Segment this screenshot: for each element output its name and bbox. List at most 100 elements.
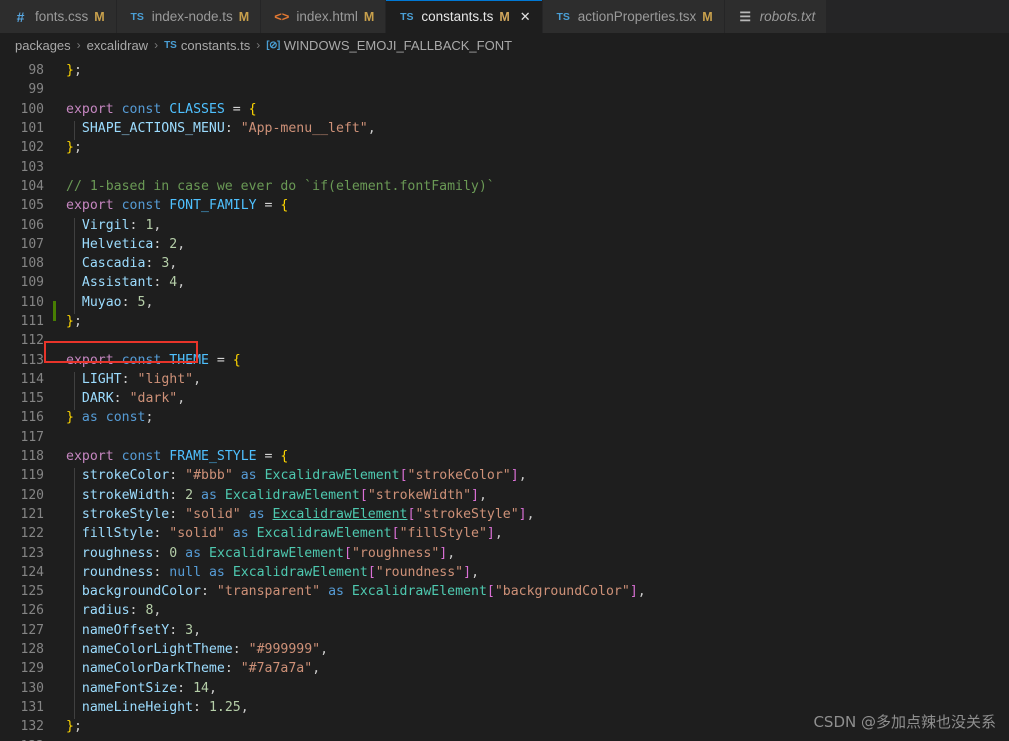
code-token: Cascadia (81, 256, 146, 272)
editor-tab-robots-txt[interactable]: ☰ robots.txt (724, 0, 828, 33)
code-token: SHAPE_ACTIONS_MENU (81, 121, 225, 137)
code-token: } (66, 410, 74, 426)
code-line-99[interactable]: 99 (0, 80, 1009, 99)
code-editor[interactable]: 98}; 99 100 export const CLASSES = {101 SHA… (0, 57, 1009, 741)
code-line-105[interactable]: 105 export const FONT_FAMILY = { (0, 196, 1009, 215)
line-number: 115 (20, 391, 44, 407)
editor-tab-index-node-ts[interactable]: TS index-node.ts M (116, 0, 262, 33)
code-line-content: SHAPE_ACTIONS_MENU: "App-menu__left", (66, 121, 1009, 141)
line-number: 120 (20, 487, 44, 503)
code-line-129[interactable]: 129 nameColorDarkTheme: "#7a7a7a", (0, 659, 1009, 681)
tab-modified-indicator: M (94, 9, 105, 24)
code-line-content: nameColorDarkTheme: "#7a7a7a", (66, 661, 1009, 681)
code-token: , (177, 391, 186, 407)
line-number: 109 (20, 275, 44, 291)
tab-modified-indicator: M (702, 9, 713, 24)
code-token: , (637, 584, 646, 600)
code-line-106[interactable]: 106 Virgil: 1, (0, 215, 1009, 237)
line-number: 127 (20, 622, 44, 638)
code-line-108[interactable]: 108 Cascadia: 3, (0, 254, 1009, 276)
code-token: : (200, 584, 209, 600)
code-token: as (201, 487, 217, 503)
code-line-133[interactable]: 133 (0, 736, 1009, 741)
code-line-118[interactable]: 118 export const FRAME_STYLE = { (0, 447, 1009, 466)
code-line-100[interactable]: 100 export const CLASSES = { (0, 100, 1009, 119)
code-line-119[interactable]: 119 strokeColor: "#bbb" as ExcalidrawEle… (0, 466, 1009, 488)
code-line-content: }; (66, 63, 1009, 78)
code-line-111[interactable]: 111}; (0, 312, 1009, 331)
code-line-125[interactable]: 125 backgroundColor: "transparent" as Ex… (0, 582, 1009, 604)
code-token[interactable]: ExcalidrawElement (273, 507, 408, 522)
line-number: 131 (20, 699, 44, 715)
code-line-content: export const CLASSES = { (66, 102, 1009, 117)
code-token: as (328, 584, 344, 600)
code-line-107[interactable]: 107 Helvetica: 2, (0, 235, 1009, 257)
code-line-content: Muyao: 5, (66, 294, 1009, 314)
code-token: [ (391, 526, 400, 542)
code-token: radius (81, 603, 130, 619)
code-line-120[interactable]: 120 strokeWidth: 2 as ExcalidrawElement[… (0, 486, 1009, 507)
code-token: ] (518, 506, 527, 522)
code-line-122[interactable]: 122 fillStyle: "solid" as ExcalidrawElem… (0, 524, 1009, 546)
code-line-content: strokeStyle: "solid" as ExcalidrawElemen… (66, 506, 1009, 527)
code-token: as (185, 545, 202, 561)
code-line-101[interactable]: 101 SHAPE_ACTIONS_MENU: "App-menu__left"… (0, 119, 1009, 141)
code-line-109[interactable]: 109 Assistant: 4, (0, 273, 1009, 295)
code-token: as (248, 506, 265, 522)
code-token: } (66, 314, 74, 329)
code-token: : (169, 487, 178, 503)
breadcrumb-label: packages (15, 37, 71, 53)
code-line-110[interactable]: 110 Muyao: 5, (0, 293, 1009, 322)
code-line-102[interactable]: 102}; (0, 138, 1009, 157)
code-line-124[interactable]: 124 roundness: null as ExcalidrawElement… (0, 563, 1009, 585)
code-line-103[interactable]: 103 (0, 157, 1009, 176)
code-line-121[interactable]: 121 strokeStyle: "solid" as ExcalidrawEl… (0, 505, 1009, 527)
code-token: "#bbb" (185, 468, 233, 484)
line-number: 106 (20, 217, 44, 233)
breadcrumb-item-packages[interactable]: packages (15, 38, 71, 53)
editor-tab-index-html[interactable]: <> index.html M (261, 0, 387, 33)
code-line-117[interactable]: 117 (0, 428, 1009, 447)
code-token: { (248, 101, 257, 117)
editor-tab-fonts-css[interactable]: # fonts.css M (0, 0, 117, 33)
code-line-130[interactable]: 130 nameFontSize: 14, (0, 679, 1009, 700)
code-line-116[interactable]: 116} as const; (0, 408, 1009, 427)
csdn-watermark: CSDN @多加点辣也没关系 (813, 713, 996, 731)
code-token: export (66, 101, 114, 117)
code-line-104[interactable]: 104 // 1-based in case we ever do `if(ele… (0, 177, 1009, 196)
code-token: : (169, 506, 178, 522)
code-line-114[interactable]: 114 LIGHT: "light", (0, 370, 1009, 392)
line-number: 98 (28, 63, 44, 79)
line-number: 102 (20, 140, 44, 156)
code-line-128[interactable]: 128 nameColorLightTheme: "#999999", (0, 640, 1009, 662)
code-line-127[interactable]: 127 nameOffsetY: 3, (0, 621, 1009, 643)
editor-tab-actionproperties-tsx[interactable]: TS actionProperties.tsx M (542, 0, 725, 33)
line-number: 107 (20, 236, 44, 252)
code-line-content: export const FRAME_STYLE = { (66, 449, 1009, 464)
code-line-98[interactable]: 98}; (0, 61, 1009, 80)
close-icon[interactable]: ✕ (520, 10, 531, 23)
code-token: DARK (81, 391, 114, 407)
breadcrumb-item-windows-emoji-fallback-font[interactable]: [⊘] WINDOWS_EMOJI_FALLBACK_FONT (266, 38, 512, 53)
code-line-content: roundness: null as ExcalidrawElement["ro… (66, 564, 1009, 585)
breadcrumb-item-constants-ts[interactable]: TS constants.ts (164, 38, 250, 53)
code-line-content: nameFontSize: 14, (66, 680, 1009, 700)
code-line-126[interactable]: 126 radius: 8, (0, 601, 1009, 623)
typescript-file-icon: TS (164, 39, 177, 51)
line-number: 124 (20, 564, 44, 580)
code-line-112[interactable]: 112 (0, 331, 1009, 350)
editor-tab-constants-ts[interactable]: TS constants.ts M ✕ (386, 0, 543, 33)
code-line-113[interactable]: 113 export const THEME = { (0, 350, 1009, 369)
breadcrumb-item-excalidraw[interactable]: excalidraw (87, 38, 148, 53)
code-token: "transparent" (216, 584, 321, 600)
code-line-115[interactable]: 115 DARK: "dark", (0, 389, 1009, 411)
code-token: { (232, 352, 241, 368)
indent-guide (74, 294, 75, 314)
code-line-123[interactable]: 123 roughness: 0 as ExcalidrawElement["r… (0, 543, 1009, 565)
